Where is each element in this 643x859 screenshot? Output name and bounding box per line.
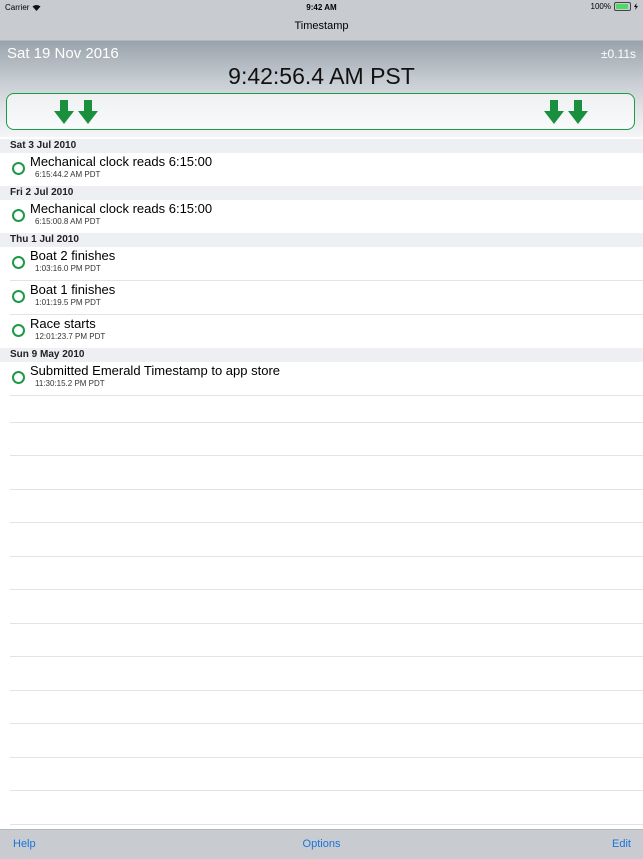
arrow-group-left <box>54 100 98 124</box>
item-time: 6:15:00.8 AM PDT <box>35 217 101 226</box>
down-arrow-icon <box>568 100 588 124</box>
section-header: Sun 9 May 2010 <box>0 348 643 362</box>
list-item[interactable]: Race starts 12:01:23.7 PM PDT <box>10 315 643 348</box>
section-header: Sat 3 Jul 2010 <box>0 139 643 153</box>
down-arrow-icon <box>78 100 98 124</box>
page-title: Timestamp <box>294 20 349 32</box>
list-item[interactable]: Boat 1 finishes 1:01:19.5 PM PDT <box>10 281 643 315</box>
charging-bolt-icon <box>634 3 638 10</box>
item-time: 1:01:19.5 PM PDT <box>35 298 101 307</box>
down-arrow-icon <box>544 100 564 124</box>
status-circle-icon <box>12 290 25 303</box>
status-time: 9:42 AM <box>306 3 337 12</box>
battery-percent: 100% <box>590 2 611 11</box>
status-circle-icon <box>12 371 25 384</box>
item-label: Mechanical clock reads 6:15:00 <box>30 201 213 216</box>
status-circle-icon <box>12 209 25 222</box>
item-label: Mechanical clock reads 6:15:00 <box>30 154 213 169</box>
status-circle-icon <box>12 256 25 269</box>
item-label: Boat 1 finishes <box>30 282 116 297</box>
current-date: Sat 19 Nov 2016 <box>7 45 119 62</box>
arrow-group-right <box>544 100 588 124</box>
list-item[interactable]: Mechanical clock reads 6:15:00 6:15:00.8… <box>10 200 643 233</box>
edit-button[interactable]: Edit <box>612 838 631 850</box>
status-bar: Carrier 9:42 AM 100% <box>0 0 643 14</box>
bottom-toolbar: Help Options Edit <box>0 829 643 859</box>
empty-rows <box>10 389 643 825</box>
current-time: 9:42:56.4 AM PST <box>228 63 415 89</box>
item-time: 1:03:16.0 PM PDT <box>35 264 101 273</box>
down-arrow-icon <box>54 100 74 124</box>
status-circle-icon <box>12 324 25 337</box>
timestamp-list: Sat 3 Jul 2010 Mechanical clock reads 6:… <box>0 139 643 396</box>
item-label: Submitted Emerald Timestamp to app store <box>30 363 281 378</box>
section-header: Fri 2 Jul 2010 <box>0 186 643 200</box>
list-item[interactable]: Mechanical clock reads 6:15:00 6:15:44.2… <box>10 153 643 186</box>
battery-status: 100% <box>591 2 638 11</box>
clock-accuracy: ±0.11s <box>600 47 636 61</box>
clock-panel: Sat 19 Nov 2016 ±0.11s 9:42:56.4 AM PST <box>0 41 643 137</box>
section-header: Thu 1 Jul 2010 <box>0 233 643 247</box>
status-circle-icon <box>12 162 25 175</box>
list-item[interactable]: Boat 2 finishes 1:03:16.0 PM PDT <box>10 247 643 281</box>
item-time: 12:01:23.7 PM PDT <box>35 332 106 341</box>
item-label: Race starts <box>30 316 96 331</box>
item-time: 11:30:15.2 PM PDT <box>35 379 105 388</box>
navigation-bar: Timestamp <box>0 14 643 41</box>
options-button[interactable]: Options <box>0 838 643 850</box>
timestamp-button[interactable] <box>6 93 635 130</box>
item-time: 6:15:44.2 AM PDT <box>35 170 101 179</box>
battery-icon <box>614 2 631 11</box>
item-label: Boat 2 finishes <box>30 248 116 263</box>
